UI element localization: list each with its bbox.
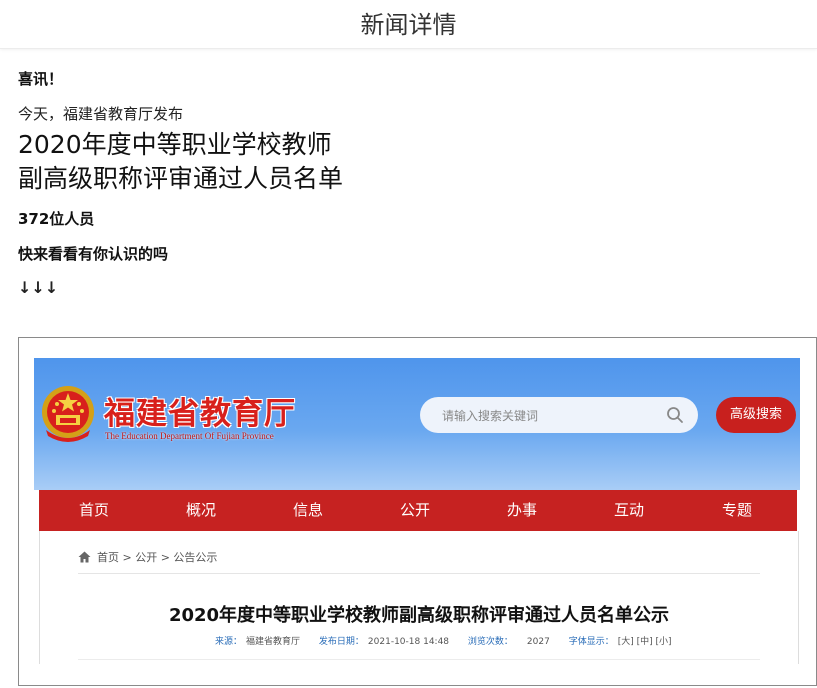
nav-item-overview[interactable]: 概况 bbox=[161, 490, 241, 531]
nav-item-services[interactable]: 办事 bbox=[482, 490, 562, 531]
embedded-screenshot-frame: 福建省教育厅 The Education Department Of Fujia… bbox=[18, 337, 817, 686]
divider bbox=[78, 659, 760, 660]
news-title: 2020年度中等职业学校教师副高级职称评审通过人员名单公示 bbox=[168, 605, 670, 626]
top-bar: 新闻详情 bbox=[0, 0, 817, 49]
nav-item-info[interactable]: 信息 bbox=[268, 490, 348, 531]
breadcrumb: 首页 > 公开 > 公告公示 bbox=[78, 549, 217, 565]
headline-line-5: 372位人员 bbox=[18, 210, 95, 228]
advanced-search-button[interactable]: 高级搜索 bbox=[716, 397, 796, 433]
source-value: 福建省教育厅 bbox=[246, 637, 301, 647]
search-icon[interactable] bbox=[666, 406, 684, 424]
views-value: 2027 bbox=[526, 637, 550, 647]
nav-item-home[interactable]: 首页 bbox=[54, 490, 134, 531]
search-box[interactable] bbox=[420, 397, 698, 433]
source-label: 来源： bbox=[215, 637, 243, 647]
site-nav: 首页 概况 信息 公开 办事 互动 专题 bbox=[39, 490, 797, 531]
font-size-label: 字体显示： bbox=[568, 637, 614, 647]
divider bbox=[78, 573, 760, 574]
home-icon[interactable] bbox=[78, 551, 91, 563]
headline-line-3: 2020年度中等职业学校教师 bbox=[18, 130, 332, 159]
font-size-options[interactable]: [大] [中] [小] bbox=[618, 637, 672, 647]
headline-line-6: 快来看看有你认识的吗 bbox=[18, 245, 169, 263]
national-emblem-icon bbox=[42, 386, 94, 442]
date-value: 2021-10-18 14:48 bbox=[367, 637, 450, 647]
nav-item-interaction[interactable]: 互动 bbox=[589, 490, 669, 531]
down-arrows: ↓↓↓ bbox=[18, 278, 59, 297]
nav-item-public[interactable]: 公开 bbox=[375, 490, 455, 531]
embedded-screenshot: 福建省教育厅 The Education Department Of Fujia… bbox=[34, 358, 800, 664]
news-meta: 来源： 福建省教育厅 发布日期： 2021-10-18 14:48 浏览次数： 202… bbox=[215, 634, 676, 647]
nav-item-topics[interactable]: 专题 bbox=[697, 490, 777, 531]
page-title: 新闻详情 bbox=[360, 11, 457, 39]
headline-line-4: 副高级职称评审通过人员名单 bbox=[18, 164, 344, 193]
date-label: 发布日期： bbox=[318, 637, 364, 647]
views-label: 浏览次数： bbox=[467, 637, 513, 647]
site-hero-banner: 福建省教育厅 The Education Department Of Fujia… bbox=[34, 358, 800, 490]
headline-line-1: 喜讯！ bbox=[18, 70, 64, 88]
search-input[interactable] bbox=[440, 405, 654, 427]
headline-line-2: 今天，福建省教育厅发布 bbox=[18, 105, 184, 123]
breadcrumb-text[interactable]: 首页 > 公开 > 公告公示 bbox=[97, 551, 217, 564]
site-subtitle: The Education Department Of Fujian Provi… bbox=[105, 431, 274, 441]
site-name: 福建省教育厅 bbox=[104, 396, 296, 432]
site-content: 首页 > 公开 > 公告公示 2020年度中等职业学校教师副高级职称评审通过人员… bbox=[39, 531, 799, 664]
